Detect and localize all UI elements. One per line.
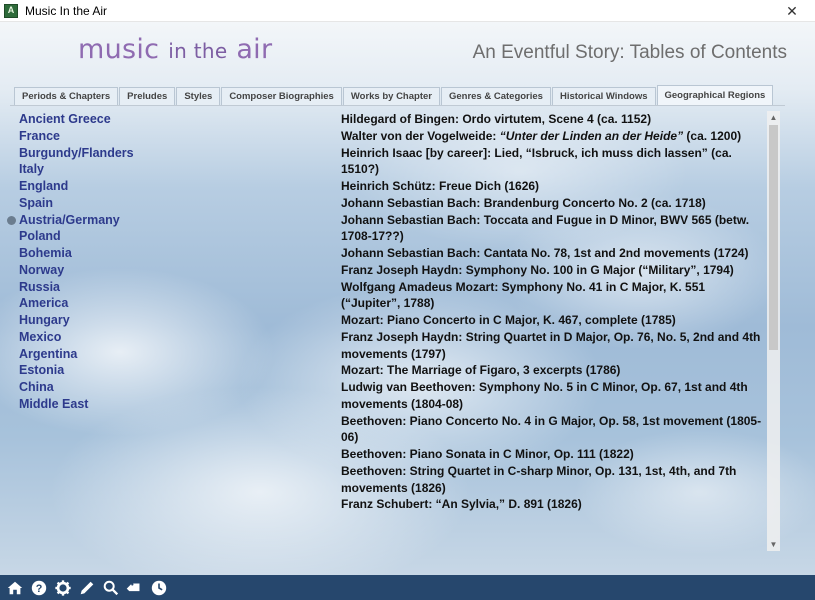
work-item[interactable]: Franz Joseph Haydn: Symphony No. 100 in …	[341, 262, 765, 279]
work-title: Franz Schubert: “An Sylvia,” D. 891 (182…	[341, 497, 582, 512]
work-item[interactable]: Heinrich Isaac [by career]: Lied, “Isbru…	[341, 145, 765, 179]
work-title: Hildegard of Bingen: Ordo virtutem, Scen…	[341, 112, 652, 126]
logo-part-air: air	[236, 34, 273, 65]
region-item-france[interactable]: France	[19, 128, 134, 145]
region-item-ancient-greece[interactable]: Ancient Greece	[19, 111, 134, 128]
clock-icon[interactable]	[149, 578, 169, 598]
work-item[interactable]: Wolfgang Amadeus Mozart: Symphony No. 41…	[341, 279, 765, 313]
work-item[interactable]: Heinrich Schütz: Freue Dich (1626)	[341, 178, 765, 195]
work-title: Johann Sebastian Bach: Cantata No. 78, 1…	[341, 246, 749, 260]
scroll-thumb[interactable]	[769, 125, 778, 350]
logo-part-in-the: in the	[168, 39, 228, 63]
work-item[interactable]: Franz Schubert: “An Sylvia,” D. 891 (182…	[341, 496, 765, 513]
work-item[interactable]: Beethoven: Piano Concerto No. 4 in G Maj…	[341, 413, 765, 447]
settings-icon[interactable]	[53, 578, 73, 598]
work-title: Heinrich Schütz: Freue Dich (1626)	[341, 179, 540, 193]
work-date: (ca. 1200)	[683, 128, 742, 143]
work-item[interactable]: Beethoven: String Quartet in C-sharp Min…	[341, 463, 765, 497]
app-icon: A	[4, 3, 18, 18]
work-item[interactable]: Johann Sebastian Bach: Brandenburg Conce…	[341, 195, 765, 212]
search-icon[interactable]	[101, 578, 121, 598]
main-content: music in the air An Eventful Story: Tabl…	[0, 22, 815, 575]
region-list: Ancient Greece France Burgundy/Flanders Ita…	[7, 111, 134, 413]
work-item[interactable]: Ludwig van Beethoven: Symphony No. 5 in …	[341, 379, 765, 413]
works-scrollbar[interactable]: ▲ ▼	[767, 111, 780, 551]
region-item-bohemia[interactable]: Bohemia	[19, 245, 134, 262]
region-item-poland[interactable]: Poland	[19, 228, 134, 245]
region-item-china[interactable]: China	[19, 379, 134, 396]
work-title: Beethoven: Piano Concerto No. 4 in G Maj…	[341, 413, 762, 445]
app-icon-letter: A	[7, 5, 15, 15]
work-title: Heinrich Isaac [by career]: Lied, “Isbru…	[341, 145, 732, 177]
work-title: Walter von der Vogelweide:	[341, 128, 500, 143]
logo: music in the air	[78, 34, 272, 65]
tab-works-by-chapter[interactable]: Works by Chapter	[342, 87, 440, 105]
work-quote: “Unter der Linden an der Heide”	[499, 128, 684, 143]
scroll-down-arrow-icon[interactable]: ▼	[767, 538, 780, 551]
work-item[interactable]: Walter von der Vogelweide: “Unter der Li…	[341, 128, 765, 145]
region-item-estonia[interactable]: Estonia	[19, 362, 134, 379]
bookmark-icon[interactable]	[125, 578, 145, 598]
works-list: Hildegard of Bingen: Ordo virtutem, Scen…	[341, 111, 765, 551]
region-item-italy[interactable]: Italy	[19, 161, 134, 178]
region-item-middle-east[interactable]: Middle East	[19, 396, 134, 413]
page-title: An Eventful Story: Tables of Contents	[472, 42, 787, 63]
tab-periods-chapters[interactable]: Periods & Chapters	[14, 87, 119, 105]
region-item-america[interactable]: America	[19, 295, 134, 312]
close-window-button[interactable]: ✕	[769, 0, 815, 22]
region-item-norway[interactable]: Norway	[19, 262, 134, 279]
tab-divider	[10, 105, 785, 106]
region-item-argentina[interactable]: Argentina	[19, 346, 134, 363]
home-icon[interactable]	[5, 578, 25, 598]
pencil-icon[interactable]	[77, 578, 97, 598]
tab-geographical-regions[interactable]: Geographical Regions	[656, 85, 774, 105]
region-item-hungary[interactable]: Hungary	[19, 312, 134, 329]
work-item[interactable]: Johann Sebastian Bach: Cantata No. 78, 1…	[341, 245, 765, 262]
work-title: Johann Sebastian Bach: Toccata and Fugue…	[341, 212, 750, 244]
window-title: Music In the Air	[25, 3, 108, 18]
work-title: Johann Sebastian Bach: Brandenburg Conce…	[341, 195, 706, 210]
help-icon[interactable]: ?	[29, 578, 49, 598]
logo-part-music: music	[78, 34, 160, 65]
region-item-austria-germany[interactable]: Austria/Germany	[7, 212, 134, 229]
work-title: Beethoven: String Quartet in C-sharp Min…	[341, 463, 737, 495]
work-item[interactable]: Mozart: Piano Concerto in C Major, K. 46…	[341, 312, 765, 329]
work-item[interactable]: Hildegard of Bingen: Ordo virtutem, Scen…	[341, 111, 765, 128]
work-title: Mozart: Piano Concerto in C Major, K. 46…	[341, 313, 676, 327]
region-item-england[interactable]: England	[19, 178, 134, 195]
work-item[interactable]: Mozart: The Marriage of Figaro, 3 excerp…	[341, 362, 765, 379]
work-title: Franz Joseph Haydn: String Quartet in D …	[341, 329, 761, 361]
svg-text:?: ?	[36, 583, 43, 595]
region-item-burgundy-flanders[interactable]: Burgundy/Flanders	[19, 145, 134, 162]
scroll-up-arrow-icon[interactable]: ▲	[767, 111, 780, 124]
work-item[interactable]: Franz Joseph Haydn: String Quartet in D …	[341, 329, 765, 363]
tab-composer-biographies[interactable]: Composer Biographies	[221, 87, 342, 105]
work-title: Beethoven: Piano Sonata in C Minor, Op. …	[341, 447, 634, 461]
work-title: Franz Joseph Haydn: Symphony No. 100 in …	[341, 262, 734, 277]
tab-styles[interactable]: Styles	[176, 87, 221, 105]
bottom-toolbar: ?	[0, 575, 815, 600]
work-item[interactable]: Johann Sebastian Bach: Toccata and Fugue…	[341, 212, 765, 246]
region-item-spain[interactable]: Spain	[19, 195, 134, 212]
tab-genres-categories[interactable]: Genres & Categories	[440, 87, 551, 105]
work-title: Wolfgang Amadeus Mozart: Symphony No. 41…	[341, 279, 706, 311]
work-title: Ludwig van Beethoven: Symphony No. 5 in …	[341, 380, 748, 411]
region-item-russia[interactable]: Russia	[19, 279, 134, 296]
region-item-mexico[interactable]: Mexico	[19, 329, 134, 346]
title-bar: A Music In the Air ✕	[0, 0, 815, 22]
tab-preludes[interactable]: Preludes	[119, 87, 176, 105]
work-item[interactable]: Beethoven: Piano Sonata in C Minor, Op. …	[341, 446, 765, 463]
work-title: Mozart: The Marriage of Figaro, 3 excerp…	[341, 363, 621, 378]
tab-historical-windows[interactable]: Historical Windows	[551, 87, 656, 105]
tab-strip: Periods & Chapters Preludes Styles Composer…	[14, 85, 774, 105]
